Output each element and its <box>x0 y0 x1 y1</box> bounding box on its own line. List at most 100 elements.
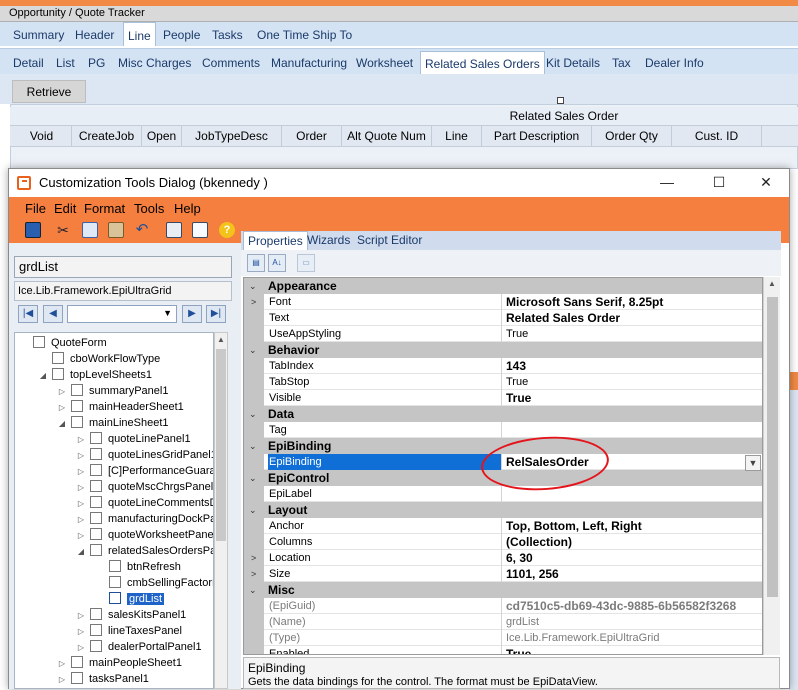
nav-last-button[interactable]: ▶| <box>206 305 226 323</box>
property-row[interactable]: > Size 1101, 256 <box>244 566 762 582</box>
tab-line[interactable]: Line <box>123 22 156 46</box>
control-selector-combo[interactable]: ▼ <box>67 305 177 323</box>
expand-icon[interactable]: ▷ <box>76 624 86 640</box>
nav-prev-button[interactable]: ◀ <box>43 305 63 323</box>
property-row[interactable]: Tag <box>244 422 762 438</box>
tree-node[interactable]: ▷ tasksPanel1 <box>57 671 149 687</box>
menu-format[interactable]: Format <box>84 199 125 218</box>
retrieve-button[interactable]: Retrieve <box>12 80 86 103</box>
menu-help[interactable]: Help <box>174 199 201 218</box>
property-row[interactable]: (Name) grdList <box>244 614 762 630</box>
tree-node[interactable]: ▷ summaryPanel1 <box>57 383 168 399</box>
grid-column-header-cell[interactable]: Order <box>282 126 342 147</box>
expand-icon[interactable]: ▷ <box>57 384 67 400</box>
property-row[interactable]: Visible True <box>244 390 762 406</box>
tree-node[interactable]: ▷ mainHeaderSheet1 <box>57 399 184 415</box>
tree-node[interactable]: ▷ dealerPortalPanel1 <box>76 639 202 655</box>
property-category[interactable]: ⌄ Behavior <box>244 342 762 358</box>
tree-node[interactable]: ▷ quoteLinesGridPanel1 <box>76 447 213 463</box>
collapse-icon[interactable]: ⌄ <box>249 406 257 422</box>
tab-summary[interactable]: Summary <box>9 22 68 46</box>
tree-node[interactable]: ◢ mainLineSheet1 <box>57 415 169 431</box>
property-row[interactable]: Anchor Top, Bottom, Left, Right <box>244 518 762 534</box>
print-icon[interactable] <box>166 222 182 238</box>
collapse-icon[interactable]: ◢ <box>57 416 67 432</box>
grid-column-header-cell[interactable]: Cust. ID <box>672 126 762 147</box>
property-value[interactable]: True <box>506 374 762 390</box>
tab-detail[interactable]: Detail <box>9 51 48 75</box>
maximize-button[interactable]: ☐ <box>708 172 730 192</box>
categorized-icon[interactable]: ▤ <box>247 254 265 272</box>
expand-icon[interactable]: ▷ <box>76 640 86 656</box>
scroll-thumb[interactable] <box>767 297 778 597</box>
copy-icon[interactable] <box>82 222 98 238</box>
expand-icon[interactable]: ▷ <box>57 400 67 416</box>
tree-node[interactable]: ▷ mainPeopleSheet1 <box>57 655 182 671</box>
tree-node[interactable]: ▷ quoteLinePanel1 <box>76 431 191 447</box>
expand-icon[interactable]: ▷ <box>76 496 86 512</box>
tab-comments[interactable]: Comments <box>198 51 264 75</box>
tree-node[interactable]: QuoteForm <box>19 335 107 351</box>
tab-properties[interactable]: Properties <box>243 231 308 250</box>
tree-node[interactable]: ▷ quoteMscChrgsPanel1 <box>76 479 213 496</box>
tree-node[interactable]: ▷ quoteLineCommentsD <box>76 495 213 512</box>
expand-icon[interactable]: ▷ <box>57 672 67 688</box>
scroll-thumb[interactable] <box>216 349 226 541</box>
property-row[interactable]: > Font Microsoft Sans Serif, 8.25pt <box>244 294 762 310</box>
tree-node[interactable]: grdList <box>95 591 165 607</box>
tab-pg[interactable]: PG <box>84 51 109 75</box>
property-row[interactable]: Enabled True <box>244 646 762 654</box>
tab-kit-details[interactable]: Kit Details <box>542 51 604 75</box>
expand-icon[interactable]: ▷ <box>76 528 86 544</box>
grid-column-header-cell[interactable]: JobTypeDesc <box>182 126 282 147</box>
tree-node[interactable]: ▷ [C]PerformanceGuara <box>76 463 213 479</box>
property-value[interactable]: True <box>506 390 762 406</box>
collapse-icon[interactable]: ⌄ <box>249 470 257 486</box>
tab-manufacturing[interactable]: Manufacturing <box>267 51 351 75</box>
undo-icon[interactable]: ↶ <box>134 222 150 238</box>
property-value[interactable]: (Collection) <box>506 534 762 550</box>
property-row[interactable]: > Location 6, 30 <box>244 550 762 566</box>
property-value[interactable]: True <box>506 646 762 654</box>
tab-tax[interactable]: Tax <box>608 51 635 75</box>
chevron-down-icon[interactable]: ▼ <box>745 455 761 471</box>
scroll-up-icon[interactable]: ▲ <box>768 279 776 288</box>
property-value[interactable]: 1101, 256 <box>506 566 762 582</box>
tab-tasks[interactable]: Tasks <box>208 22 247 46</box>
paste-icon[interactable] <box>108 222 124 238</box>
property-pages-icon[interactable]: ▭ <box>297 254 315 272</box>
property-row[interactable]: UseAppStyling True <box>244 326 762 342</box>
tree-node[interactable]: ▷ quoteWorksheetPanel <box>76 527 213 544</box>
menu-edit[interactable]: Edit <box>54 199 76 218</box>
property-row[interactable]: TabIndex 143 <box>244 358 762 374</box>
tree-node[interactable]: btnRefresh <box>95 559 181 575</box>
expand-icon[interactable]: ▷ <box>76 480 86 496</box>
property-value[interactable]: grdList <box>506 614 762 630</box>
nav-next-button[interactable]: ▶ <box>182 305 202 323</box>
expand-icon[interactable]: ▷ <box>57 656 67 672</box>
tree-node[interactable]: ▷ manufacturingDockPa <box>76 511 213 527</box>
expand-icon[interactable]: ▷ <box>76 432 86 448</box>
grid-column-header-cell[interactable]: CreateJob <box>72 126 142 147</box>
tab-list[interactable]: List <box>52 51 79 75</box>
grid-column-header-cell[interactable]: Void <box>12 126 72 147</box>
tab-script-editor[interactable]: Script Editor <box>353 231 426 250</box>
nav-first-button[interactable]: |◀ <box>18 305 38 323</box>
property-value[interactable]: Related Sales Order <box>506 310 762 326</box>
save-icon[interactable] <box>25 222 41 238</box>
tab-people[interactable]: People <box>159 22 204 46</box>
tree-scrollbar[interactable]: ▲ <box>214 332 228 689</box>
property-category[interactable]: ⌄ Misc <box>244 582 762 598</box>
collapse-icon[interactable]: ⌄ <box>249 438 257 454</box>
collapse-icon[interactable]: ⌄ <box>249 342 257 358</box>
property-value[interactable]: cd7510c5-db69-43dc-9885-6b56582f3268 <box>506 598 762 614</box>
property-row[interactable]: (EpiGuid) cd7510c5-db69-43dc-9885-6b56582… <box>244 598 762 614</box>
property-value[interactable]: Ice.Lib.Framework.EpiUltraGrid <box>506 630 762 646</box>
sort-alphabetical-icon[interactable]: A↓ <box>268 254 286 272</box>
tab-misc-charges[interactable]: Misc Charges <box>114 51 195 75</box>
property-category[interactable]: ⌄ Layout <box>244 502 762 518</box>
tab-header[interactable]: Header <box>71 22 118 46</box>
property-row[interactable]: EpiLabel <box>244 486 762 502</box>
grid-column-header-cell[interactable]: Order Qty <box>592 126 672 147</box>
collapse-icon[interactable]: ⌄ <box>249 582 257 598</box>
